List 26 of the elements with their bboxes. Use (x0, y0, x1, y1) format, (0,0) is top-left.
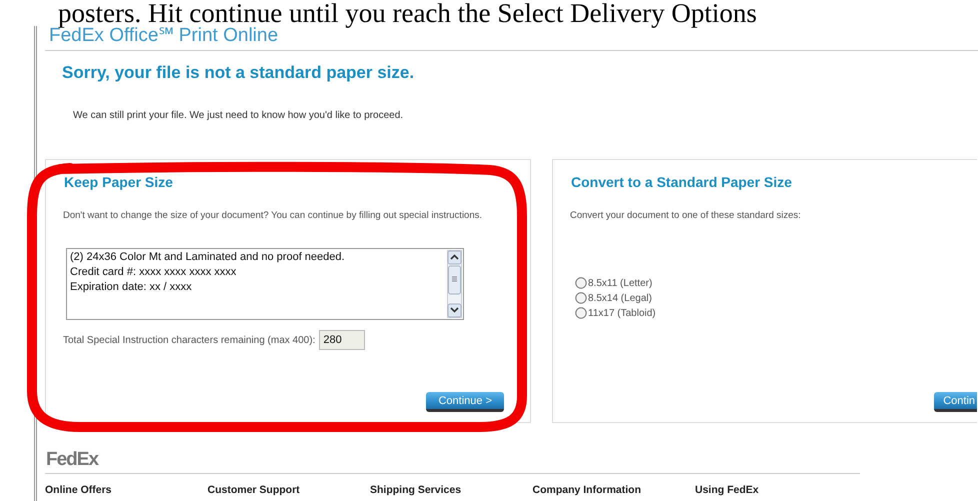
panel-description: Convert your document to one of these standard sizes: (570, 209, 802, 222)
radio-label: 8.5x11 (Letter) (588, 278, 652, 288)
characters-remaining-field: 280 (319, 330, 366, 350)
radio-button[interactable] (575, 292, 587, 304)
footer-heading: Using FedEx (695, 484, 759, 496)
footer-heading: Online Offers (45, 484, 112, 496)
scrollbar-icon (447, 250, 462, 318)
radio-button[interactable] (575, 307, 587, 319)
footer-heading: Customer Support (208, 484, 300, 496)
continue-button[interactable]: Contin (934, 392, 977, 412)
footer-heading: Company Information (532, 484, 642, 496)
radio-button[interactable] (575, 277, 587, 289)
panel-title: Keep Paper Size (64, 174, 173, 190)
footer-heading: Shipping Services (370, 484, 462, 496)
continue-button[interactable]: Continue > (426, 392, 504, 412)
fedex-logo: FedEx (46, 449, 98, 471)
page-heading: Sorry, your file is not a standard paper size. (62, 63, 414, 83)
instructions-field[interactable]: (2) 24x36 Color Mt and Laminated and no proof needed. Credit card #: xxxx xxxx xxxx xxxx Expiration date: xx / xxxx (66, 248, 464, 320)
panel-description: Don't want to change the size of your document? You can continue by filling out special instructions. (63, 209, 484, 222)
radio-label: 8.5x14 (Legal) (588, 292, 652, 304)
radio-label: 11x17 (Tabloid) (588, 308, 656, 318)
site-title: FedEx Office℠ Print Online (48, 26, 278, 46)
document-text: posters. Hit continue until you reach the Select Delivery Options (58, 0, 758, 26)
intro-text: We can still print your file. We just need to know how you'd like to proceed. (73, 110, 404, 121)
counter-label: Total Special Instruction characters remaining (max 400): (63, 334, 316, 346)
panel-title: Convert to a Standard Paper Size (571, 174, 792, 190)
